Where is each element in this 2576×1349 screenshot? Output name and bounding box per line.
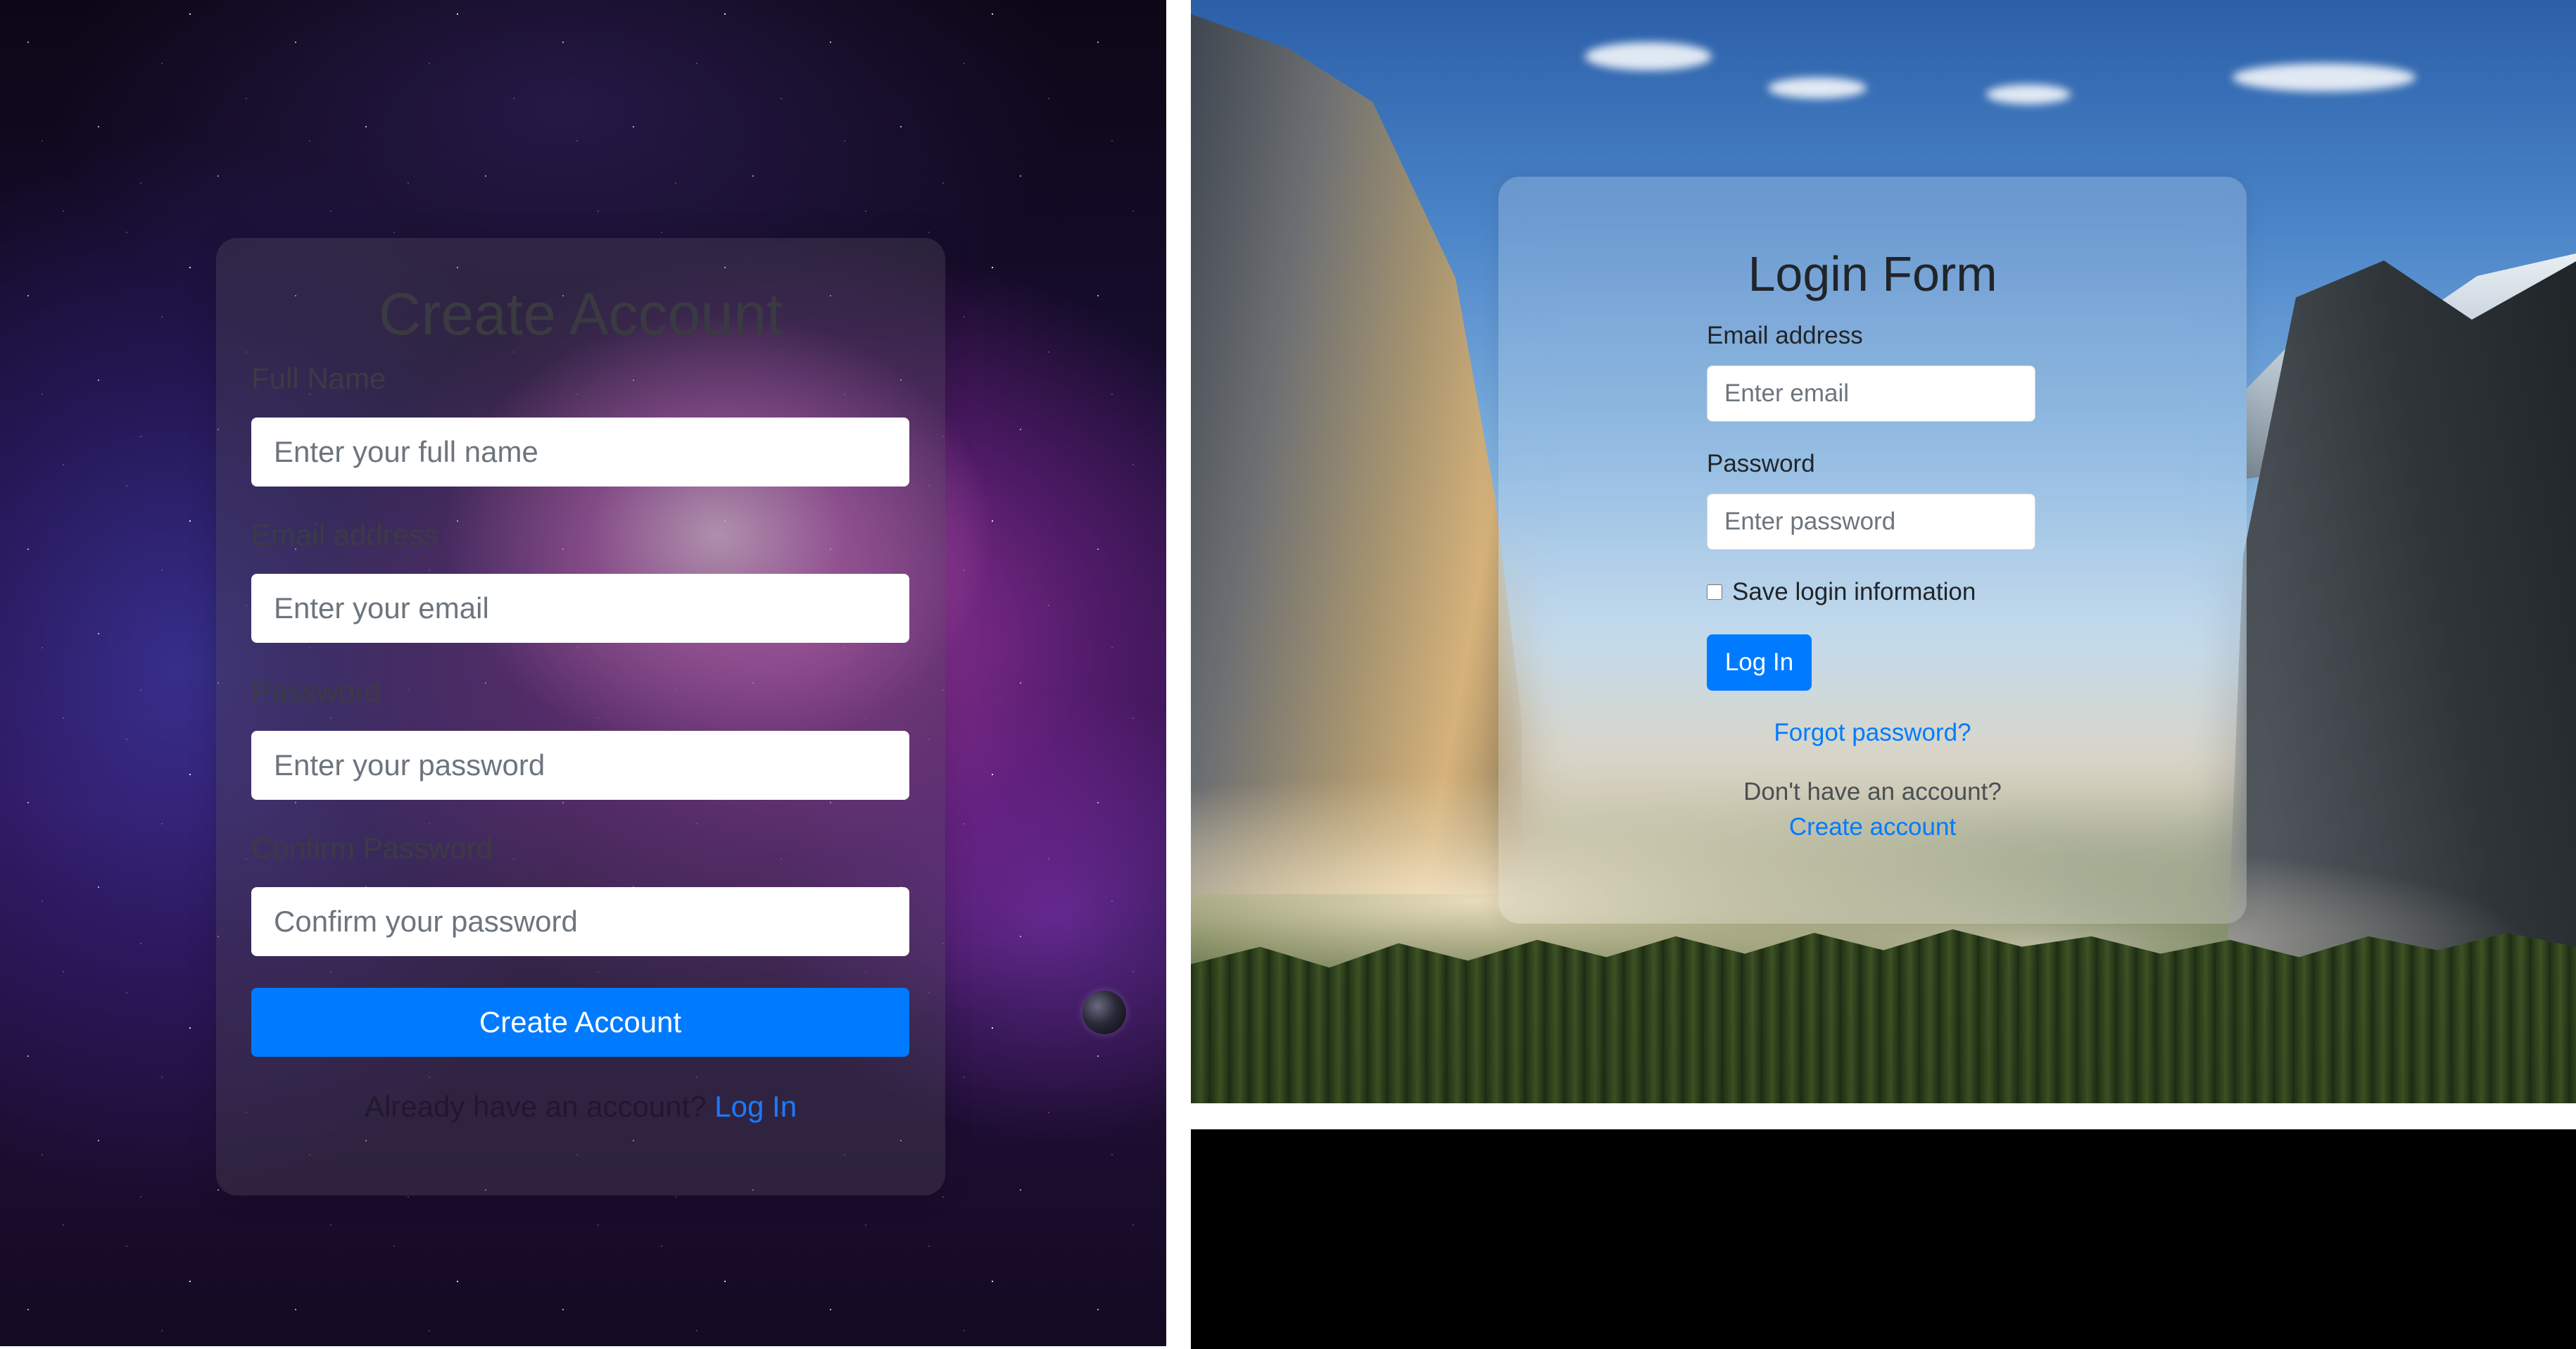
- login-password-label: Password: [1707, 450, 1815, 477]
- login-card: Login Form Email address Password Save l…: [1498, 177, 2247, 924]
- mountain-background: Login Form Email address Password Save l…: [1191, 0, 2576, 1103]
- save-login-label: Save login information: [1732, 578, 1976, 606]
- forgot-password-link[interactable]: Forgot password?: [1498, 719, 2247, 747]
- page: Create Account Full Name Email address P…: [0, 0, 2576, 1349]
- confirm-password-label: Confirm Password: [251, 832, 493, 865]
- login-email-input[interactable]: [1707, 365, 2035, 422]
- cloud: [1986, 84, 2071, 104]
- login-title: Login Form: [1748, 246, 1997, 301]
- create-account-button[interactable]: Create Account: [251, 988, 909, 1057]
- save-login-row[interactable]: Save login information: [1707, 578, 1976, 606]
- forest: [1191, 929, 2576, 1103]
- signup-title: Create Account: [378, 281, 783, 347]
- bottom-black-strip: [1191, 1129, 2576, 1349]
- log-in-button[interactable]: Log In: [1707, 634, 1812, 691]
- save-login-checkbox[interactable]: [1707, 584, 1722, 600]
- email-input[interactable]: [251, 574, 909, 643]
- signup-footer: Already have an account? Log In: [216, 1090, 945, 1124]
- email-label: Email address: [251, 518, 439, 551]
- galaxy-background: Create Account Full Name Email address P…: [0, 0, 1166, 1346]
- signup-footer-text: Already have an account?: [364, 1090, 707, 1123]
- signup-card: Create Account Full Name Email address P…: [216, 238, 945, 1196]
- confirm-password-input[interactable]: [251, 887, 909, 956]
- create-account-link[interactable]: Create account: [1498, 813, 2247, 841]
- password-label: Password: [251, 675, 381, 708]
- password-input[interactable]: [251, 731, 909, 800]
- login-email-label: Email address: [1707, 322, 1863, 349]
- log-in-link[interactable]: Log In: [714, 1090, 797, 1123]
- cloud: [1768, 77, 1867, 99]
- login-password-input[interactable]: [1707, 494, 2035, 550]
- planet-graphic: [1082, 991, 1126, 1034]
- full-name-label: Full Name: [251, 362, 386, 395]
- panel-divider: [1166, 0, 1191, 1349]
- cloud: [2233, 63, 2416, 92]
- no-account-text: Don't have an account?: [1743, 778, 2002, 805]
- full-name-input[interactable]: [251, 418, 909, 487]
- cloud: [1585, 42, 1712, 70]
